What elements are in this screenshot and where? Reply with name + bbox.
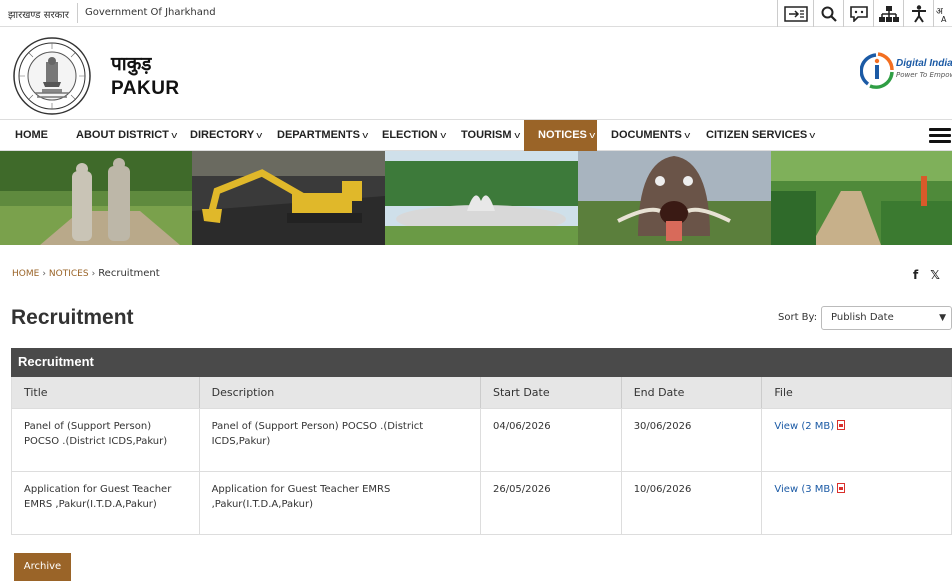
nav-item-citizen-services[interactable]: CITIZEN SERVICES v <box>706 120 815 151</box>
divider <box>77 3 78 23</box>
row-end-date: 10/06/2026 <box>622 472 763 534</box>
nav-item-election[interactable]: ELECTION v <box>382 120 446 151</box>
state-name-english[interactable]: Government Of Jharkhand <box>85 7 216 18</box>
jharkhand-emblem-logo[interactable] <box>13 37 91 115</box>
nav-item-directory[interactable]: DIRECTORY v <box>190 120 262 151</box>
nav-item-notices[interactable]: NOTICES v <box>524 120 597 151</box>
pdf-icon <box>837 420 846 430</box>
social-links: f 𝕏 <box>913 268 940 282</box>
nav-item-departments[interactable]: DEPARTMENTS v <box>277 120 369 151</box>
page-title: Recruitment <box>11 306 134 329</box>
top-bar: झारखण्ड सरकार Government Of Jharkhand अA <box>0 0 952 27</box>
skip-to-content-icon[interactable] <box>777 0 813 27</box>
hamburger-menu-icon[interactable] <box>929 128 951 144</box>
nav-item-about-district[interactable]: ABOUT DISTRICT v <box>76 120 178 151</box>
column-header-end-date: End Date <box>622 377 763 408</box>
breadcrumb-arrow-icon: › <box>42 269 46 279</box>
site-title-hindi[interactable]: पाकुड़ <box>111 50 151 76</box>
view-file-link[interactable]: View (3 MB) <box>774 484 834 495</box>
nav-item-tourism[interactable]: TOURISM v <box>461 120 520 151</box>
archive-button[interactable]: Archive <box>14 553 71 581</box>
column-header-file: File <box>774 386 793 399</box>
column-header-description: Description <box>200 377 481 408</box>
social-share-icon[interactable] <box>843 0 873 27</box>
chevron-down-icon: v <box>589 130 596 140</box>
sort-by-select[interactable]: Publish Date ▼ <box>821 306 952 330</box>
nav-item-documents[interactable]: DOCUMENTS v <box>611 120 691 151</box>
chevron-down-icon: v <box>809 130 816 140</box>
site-title-english[interactable]: PAKUR <box>111 78 180 100</box>
top-icons: अA <box>777 0 952 27</box>
chevron-down-icon: v <box>171 130 178 140</box>
pdf-icon <box>837 483 846 493</box>
digital-india-text: Digital India <box>896 58 952 69</box>
sort-by-value: Publish Date <box>831 312 894 323</box>
table-header-row: Title Description Start Date End Date Fi… <box>11 377 952 409</box>
row-end-date: 30/06/2026 <box>622 409 763 471</box>
accessibility-icon[interactable] <box>903 0 933 27</box>
language-icon[interactable]: अA <box>933 0 952 27</box>
site-header: पाकुड़ PAKUR Digital India Power To Empo… <box>0 28 952 120</box>
search-icon[interactable] <box>813 0 843 27</box>
chevron-down-icon: v <box>684 130 691 140</box>
chevron-down-icon: v <box>256 130 263 140</box>
column-header-start-date: Start Date <box>481 377 622 408</box>
column-header-title: Title <box>12 377 200 408</box>
row-description: Application for Guest Teacher EMRS ,Paku… <box>200 472 481 534</box>
row-file-cell: View (3 MB) <box>762 472 951 534</box>
caret-down-icon: ▼ <box>939 313 946 323</box>
recruitment-table: Recruitment Title Description Start Date… <box>11 348 952 535</box>
row-title: Panel of (Support Person) POCSO .(Distri… <box>12 409 200 471</box>
facebook-icon[interactable]: f <box>913 268 918 282</box>
row-file-cell: View (2 MB) <box>762 409 951 471</box>
row-start-date: 26/05/2026 <box>481 472 622 534</box>
row-description: Panel of (Support Person) POCSO .(Distri… <box>200 409 481 471</box>
chevron-down-icon: v <box>362 130 369 140</box>
banner-statue-face-image <box>578 151 771 245</box>
banner-excavator-image <box>192 151 385 245</box>
banner-images <box>0 151 952 245</box>
banner-statues-image <box>0 151 192 245</box>
sort-by-label: Sort By: <box>778 312 818 323</box>
sitemap-icon[interactable] <box>873 0 903 27</box>
state-name-hindi[interactable]: झारखण्ड सरकार <box>8 7 69 21</box>
breadcrumb-current: Recruitment <box>98 268 160 279</box>
chevron-down-icon: v <box>513 130 520 140</box>
row-title: Application for Guest Teacher EMRS ,Paku… <box>12 472 200 534</box>
digital-india-logo[interactable]: Digital India Power To Empower <box>860 50 952 92</box>
banner-fountain-park-image <box>385 151 578 245</box>
main-navigation: HOME ABOUT DISTRICT v DIRECTORY v DEPARTME… <box>0 119 952 151</box>
table-caption: Recruitment <box>11 348 952 377</box>
digital-india-tagline: Power To Empower <box>896 71 952 79</box>
row-start-date: 04/06/2026 <box>481 409 622 471</box>
nav-item-home[interactable]: HOME <box>15 120 48 151</box>
table-row: Panel of (Support Person) POCSO .(Distri… <box>11 409 952 472</box>
breadcrumb-notices-link[interactable]: NOTICES <box>49 269 89 279</box>
banner-garden-path-image <box>771 151 952 245</box>
view-file-link[interactable]: View (2 MB) <box>774 421 834 432</box>
svg-text:A: A <box>941 15 947 23</box>
x-twitter-icon[interactable]: 𝕏 <box>930 268 940 282</box>
breadcrumb-arrow-icon: › <box>91 269 96 279</box>
table-row: Application for Guest Teacher EMRS ,Paku… <box>11 472 952 535</box>
breadcrumb-home-link[interactable]: HOME <box>12 269 39 279</box>
breadcrumb: HOME › NOTICES › Recruitment <box>12 268 160 279</box>
chevron-down-icon: v <box>439 130 446 140</box>
